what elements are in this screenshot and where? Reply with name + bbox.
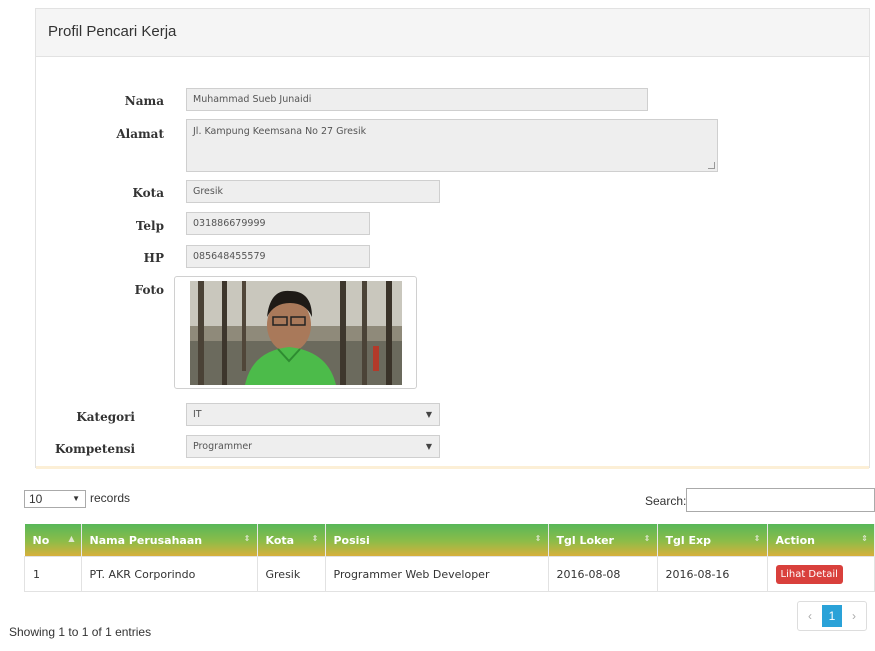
- hp-field[interactable]: 085648455579: [186, 245, 370, 268]
- records-length-value: 10: [29, 492, 43, 506]
- profile-photo: [190, 281, 402, 385]
- kompetensi-select[interactable]: Programmer ▼: [186, 435, 440, 458]
- pager-page-1[interactable]: 1: [822, 605, 842, 627]
- records-length-select[interactable]: 10 ▼: [24, 490, 86, 508]
- alamat-text: Jl. Kampung Keemsana No 27 Gresik: [193, 126, 367, 137]
- table-row: 1 PT. AKR Corporindo Gresik Programmer W…: [24, 556, 875, 592]
- nama-field[interactable]: Muhammad Sueb Junaidi: [186, 88, 648, 111]
- col-header-action[interactable]: Action ⇕: [767, 524, 875, 557]
- cell-tgl-loker: 2016-08-08: [547, 556, 658, 592]
- col-header-posisi[interactable]: Posisi ⇕: [325, 524, 549, 557]
- kategori-value: IT: [193, 409, 202, 420]
- col-header-kota[interactable]: Kota ⇕: [257, 524, 326, 557]
- records-label: records: [90, 491, 131, 505]
- pager-next-button[interactable]: ›: [842, 602, 866, 630]
- select-caret-icon: ▼: [425, 442, 432, 451]
- kategori-label: Kategori: [76, 410, 135, 424]
- job-table: No ▲ Nama Perusahaan ⇕ Kota ⇕ Posisi ⇕ Tgl L…: [24, 524, 875, 592]
- table-info: Showing 1 to 1 of 1 entries: [9, 625, 152, 639]
- sort-icon: ⇕: [753, 534, 761, 543]
- sort-icon: ⇕: [243, 534, 251, 543]
- sort-icon: ⇕: [311, 534, 319, 543]
- col-header-tgl-exp[interactable]: Tgl Exp ⇕: [657, 524, 768, 557]
- col-header-label: Posisi: [333, 533, 370, 547]
- profile-panel: Profil Pencari Kerja: [35, 8, 870, 469]
- table-header-row: No ▲ Nama Perusahaan ⇕ Kota ⇕ Posisi ⇕ Tgl L…: [24, 524, 875, 557]
- cell-action: Lihat Detail: [766, 556, 875, 592]
- pager-prev-button[interactable]: ‹: [798, 602, 822, 630]
- cell-tgl-exp: 2016-08-16: [656, 556, 768, 592]
- col-header-label: Kota: [265, 533, 295, 547]
- alamat-textarea[interactable]: Jl. Kampung Keemsana No 27 Gresik: [186, 119, 718, 172]
- col-header-label: Action: [775, 533, 815, 547]
- kompetensi-value: Programmer: [193, 441, 253, 452]
- col-header-label: No: [32, 533, 50, 547]
- telp-field[interactable]: 031886679999: [186, 212, 370, 235]
- photo-frame: [174, 276, 417, 389]
- sort-asc-icon: ▲: [68, 534, 75, 543]
- select-caret-icon: ▼: [425, 410, 432, 419]
- col-header-perusahaan[interactable]: Nama Perusahaan ⇕: [81, 524, 258, 557]
- search-label: Search:: [645, 494, 687, 508]
- sort-icon: ⇕: [534, 534, 542, 543]
- kategori-select[interactable]: IT ▼: [186, 403, 440, 426]
- sort-icon: ⇕: [643, 534, 651, 543]
- cell-kota: Gresik: [256, 556, 326, 592]
- panel-title: Profil Pencari Kerja: [36, 9, 869, 57]
- cell-no: 1: [24, 556, 82, 592]
- resize-handle-icon[interactable]: [708, 162, 715, 169]
- kompetensi-label: Kompetensi: [55, 442, 136, 456]
- col-header-tgl-loker[interactable]: Tgl Loker ⇕: [548, 524, 658, 557]
- kota-label: Kota: [132, 186, 165, 200]
- telp-label: Telp: [135, 219, 164, 233]
- kota-field[interactable]: Gresik: [186, 180, 440, 203]
- foto-label: Foto: [134, 283, 164, 297]
- panel-divider: [36, 466, 869, 469]
- col-header-no[interactable]: No ▲: [24, 524, 82, 557]
- nama-label: Nama: [124, 94, 164, 108]
- alamat-label: Alamat: [116, 127, 164, 141]
- cell-posisi: Programmer Web Developer: [324, 556, 549, 592]
- col-header-label: Tgl Exp: [665, 533, 711, 547]
- pagination: ‹ 1 ›: [797, 601, 867, 631]
- col-header-label: Tgl Loker: [556, 533, 614, 547]
- hp-label: HP: [143, 251, 164, 265]
- sort-icon: ⇕: [861, 534, 868, 543]
- lihat-detail-button[interactable]: Lihat Detail: [775, 564, 843, 584]
- select-caret-icon: ▼: [72, 494, 80, 503]
- col-header-label: Nama Perusahaan: [89, 533, 203, 547]
- cell-perusahaan: PT. AKR Corporindo: [80, 556, 258, 592]
- search-input[interactable]: [686, 488, 875, 512]
